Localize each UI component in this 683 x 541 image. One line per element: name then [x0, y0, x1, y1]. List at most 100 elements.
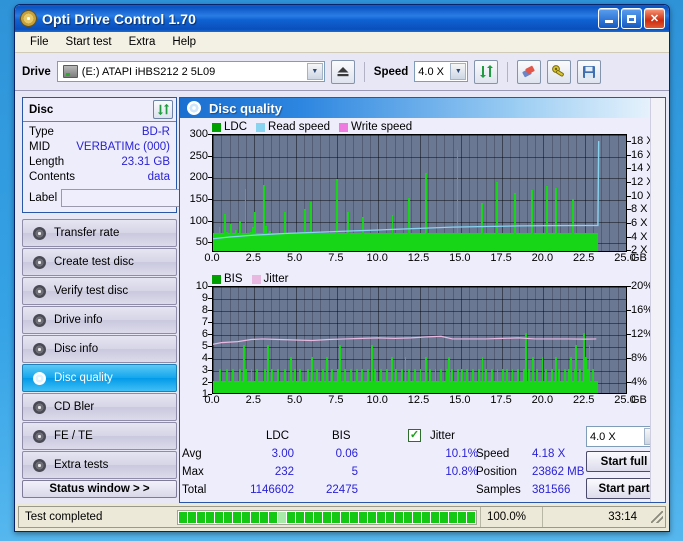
disc-contents-label: Contents [29, 171, 76, 183]
ldc-chart: 50 100 150 200 250 300 2 X4 X6 X8 X 10 X 12 X 14… [184, 128, 661, 266]
menu-extra[interactable]: Extra [122, 34, 163, 50]
sidebar-item-create-test-disc[interactable]: Create test disc [22, 248, 177, 276]
erase-button[interactable] [517, 59, 542, 84]
menu-start-test[interactable]: Start test [59, 34, 119, 50]
maximize-button[interactable] [621, 8, 642, 29]
sidebar-item-disc-info[interactable]: Disc info [22, 335, 177, 363]
ldc-x-axis: 0.0 2.5 5.0 7.5 10.0 12.5 15.0 17.5 20.0 22.5 25.0 [204, 252, 635, 266]
samples-stat-value: 381566 [532, 484, 571, 496]
sidebar-item-verify-test-disc[interactable]: Verify test disc [22, 277, 177, 305]
sidebar-item-fe-te[interactable]: FE / TE [22, 422, 177, 450]
disc-label-caption: Label [29, 191, 58, 204]
sidebar-item-label: Create test disc [54, 256, 134, 268]
toolbar-divider-2 [507, 61, 509, 82]
progress-block [440, 511, 448, 523]
sidebar-item-label: Extra tests [54, 459, 109, 471]
progress-block [305, 511, 313, 523]
progress-block [395, 511, 403, 523]
sidebar-item-label: FE / TE [54, 430, 93, 442]
drive-icon [62, 65, 78, 78]
disc-row-mid: MID VERBATIMc (000) [29, 140, 170, 155]
progress-block [386, 511, 394, 523]
toolbar-divider [363, 61, 365, 82]
speed-stat-label: Speed [476, 448, 510, 460]
position-stat-value: 23862 MB [532, 466, 585, 478]
drive-select-value: (E:) ATAPI iHBS212 2 5L09 [81, 65, 216, 78]
progress-block [197, 511, 205, 523]
speed-select[interactable]: 4.0 X ▼ [414, 61, 469, 82]
y-tick: 3 [201, 364, 213, 376]
sidebar-item-disc-quality[interactable]: Disc quality [22, 364, 177, 392]
progress-block [413, 511, 421, 523]
stats-col-bis: BIS [332, 430, 351, 442]
sidebar-item-extra-tests[interactable]: Extra tests [22, 451, 177, 479]
status-window-button[interactable]: Status window > > [22, 480, 177, 498]
chevron-down-icon[interactable]: ▼ [306, 63, 323, 80]
progress-block [269, 511, 277, 523]
y2-tick: 8% [627, 352, 647, 364]
eject-button[interactable] [330, 59, 355, 84]
y-tick: 9 [201, 292, 213, 304]
progress-block [188, 511, 196, 523]
tools-button[interactable] [547, 59, 572, 84]
test-speed-value: 4.0 X [590, 430, 616, 443]
x-tick: 17.5 [490, 394, 512, 406]
x-tick: 17.5 [490, 252, 512, 264]
disc-icon [32, 429, 46, 443]
progress-block [260, 511, 268, 523]
progress-percent: 100.0% [480, 507, 542, 527]
disc-refresh-button[interactable] [153, 100, 173, 119]
legend-item-jitter: Jitter [251, 273, 288, 285]
progress-block [179, 511, 187, 523]
y-tick: 7 [201, 316, 213, 328]
save-button[interactable] [577, 59, 602, 84]
legend-item-write-speed: Write speed [339, 121, 412, 133]
refresh-icon [157, 103, 169, 116]
disc-icon [32, 400, 46, 414]
resize-grip-icon[interactable] [651, 511, 663, 523]
stats-row-total: Total [182, 484, 207, 496]
refresh-button[interactable] [474, 59, 499, 84]
position-stat-label: Position [476, 466, 517, 478]
menu-file[interactable]: File [23, 34, 56, 50]
sidebar-item-label: Verify test disc [54, 285, 129, 297]
menu-help[interactable]: Help [165, 34, 203, 50]
chevron-down-icon[interactable]: ▼ [450, 63, 467, 80]
close-button[interactable]: ✕ [644, 8, 665, 29]
x-tick: 2.5 [245, 394, 261, 406]
ldc-plot-area [212, 134, 627, 252]
stats-avg-bis: 0.06 [335, 448, 358, 460]
legend-label-write-speed: Write speed [351, 121, 413, 133]
disc-row-type: Type BD-R [29, 125, 170, 140]
sidebar-item-drive-info[interactable]: Drive info [22, 306, 177, 334]
stats-row-max: Max [182, 466, 204, 478]
y2-tick: 8 X [627, 203, 648, 216]
app-disc-icon [20, 10, 37, 27]
progress-block [224, 511, 232, 523]
ldc-legend: LDC Read speed Write speed [212, 120, 661, 134]
content-header: Disc quality [180, 98, 665, 118]
y-tick: 250 [189, 149, 213, 162]
minimize-button[interactable] [598, 8, 619, 29]
y-tick: 2 [201, 376, 213, 388]
jitter-avg: 10.1% [445, 448, 478, 460]
drive-select[interactable]: (E:) ATAPI iHBS212 2 5L09 ▼ [56, 61, 325, 82]
x-tick: 12.5 [407, 394, 430, 406]
sidebar-item-transfer-rate[interactable]: Transfer rate [22, 219, 177, 247]
progress-bar [177, 509, 477, 525]
progress-block [368, 511, 376, 523]
legend-label-bis: BIS [224, 273, 243, 285]
disc-icon [32, 342, 46, 356]
toolbar: Drive (E:) ATAPI iHBS212 2 5L09 ▼ Speed … [15, 53, 669, 91]
legend-item-bis: BIS [212, 273, 243, 285]
disc-icon [32, 458, 46, 472]
progress-block [287, 511, 295, 523]
stats-total-bis: 22475 [326, 484, 358, 496]
sidebar-item-cd-bler[interactable]: CD Bler [22, 393, 177, 421]
content-scrollbar[interactable] [650, 98, 665, 502]
disc-length-value: 23.31 GB [121, 156, 170, 168]
progress-block [323, 511, 331, 523]
jitter-checkbox[interactable]: ✓ [408, 429, 421, 442]
disc-icon [32, 226, 46, 240]
bis-legend: BIS Jitter [212, 272, 661, 286]
